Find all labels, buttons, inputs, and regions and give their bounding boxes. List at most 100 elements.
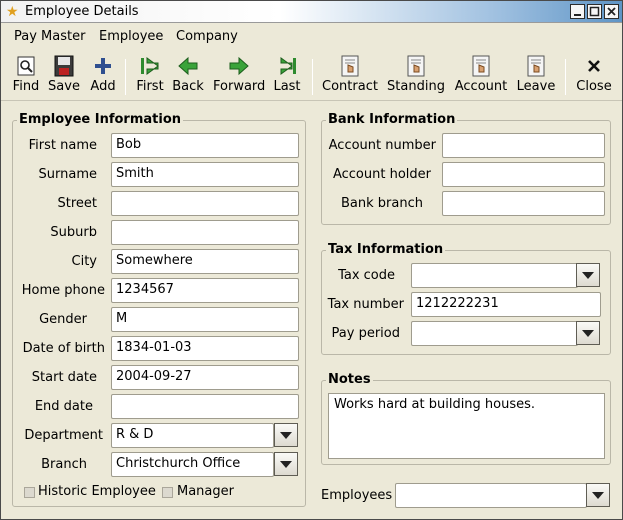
account-number-label: Account number (328, 138, 436, 153)
historic-employee-label: Historic Employee (38, 484, 156, 499)
minimize-button[interactable] (570, 4, 585, 19)
back-label: Back (172, 79, 204, 94)
home-phone-value: 1234567 (116, 282, 174, 297)
gender-value: M (116, 311, 128, 326)
first-name-value: Bob (116, 137, 142, 152)
forward-button[interactable]: Forward (213, 55, 265, 94)
back-button[interactable]: Back (171, 55, 205, 94)
city-field[interactable]: Somewhere (111, 249, 299, 274)
start-date-label: Start date (31, 370, 97, 385)
tax-number-field[interactable]: 1212222231 (411, 292, 601, 317)
employee-details-window: ★ Employee Details Pay Master Employee C… (0, 0, 623, 520)
pay-period-dropdown-button[interactable] (576, 321, 600, 345)
surname-field[interactable]: Smith (111, 162, 299, 187)
bank-branch-field[interactable] (442, 191, 605, 216)
branch-dropdown-button[interactable] (274, 452, 298, 476)
account-icon (472, 55, 490, 77)
gender-field[interactable]: M (111, 307, 299, 332)
tax-code-select[interactable] (411, 263, 578, 288)
leave-label: Leave (516, 79, 556, 94)
menu-company[interactable]: Company (176, 29, 238, 44)
contract-icon (341, 55, 359, 77)
street-field[interactable] (111, 191, 299, 216)
pay-period-select[interactable] (411, 321, 578, 346)
contract-button[interactable]: Contract (322, 55, 378, 94)
home-phone-field[interactable]: 1234567 (111, 278, 299, 303)
suburb-field[interactable] (111, 220, 299, 245)
account-holder-field[interactable] (442, 162, 605, 187)
first-button[interactable]: First (135, 55, 165, 94)
first-name-field[interactable]: Bob (111, 133, 299, 158)
forward-arrow-icon (229, 56, 249, 76)
minimize-icon (574, 14, 581, 16)
menu-bar: Pay Master Employee Company (1, 25, 622, 49)
date-of-birth-value: 1834-01-03 (116, 340, 192, 355)
close-window-icon (607, 7, 616, 16)
first-name-label: First name (28, 138, 97, 153)
notes-textarea[interactable]: Works hard at building houses. (328, 393, 605, 459)
toolbar-separator (565, 59, 566, 95)
menu-employee-label: Employee (99, 29, 164, 44)
standing-button[interactable]: Standing (386, 55, 446, 94)
menu-company-label: Company (176, 29, 238, 44)
employees-dropdown-button[interactable] (586, 483, 610, 507)
menu-employee[interactable]: Employee (99, 29, 163, 44)
last-button[interactable]: Last (272, 55, 302, 94)
account-number-field[interactable] (442, 133, 605, 158)
save-button[interactable]: Save (47, 55, 81, 94)
date-of-birth-field[interactable]: 1834-01-03 (111, 336, 299, 361)
title-bar[interactable]: ★ Employee Details (1, 1, 622, 23)
add-icon (95, 58, 111, 74)
bank-information-group: Bank Information Account number Account … (321, 112, 611, 225)
department-label: Department (24, 428, 103, 443)
close-window-button[interactable] (604, 4, 619, 19)
tax-information-title: Tax Information (326, 242, 446, 257)
gender-label: Gender (39, 312, 87, 327)
bank-information-title: Bank Information (326, 112, 458, 127)
department-select[interactable]: R & D (111, 423, 274, 448)
end-date-field[interactable] (111, 394, 299, 419)
city-label: City (71, 254, 97, 269)
close-button[interactable]: Close (575, 55, 613, 94)
home-phone-label: Home phone (21, 283, 105, 298)
notes-title: Notes (326, 372, 373, 387)
add-button[interactable]: Add (88, 55, 118, 94)
tax-information-group: Tax Information Tax code Tax number 1212… (321, 242, 611, 355)
notes-group: Notes Works hard at building houses. (321, 372, 611, 465)
forward-label: Forward (213, 79, 266, 94)
leave-icon (527, 55, 545, 77)
branch-value: Christchurch Office (116, 456, 241, 471)
department-dropdown-button[interactable] (274, 423, 298, 447)
tax-code-dropdown-button[interactable] (576, 263, 600, 287)
manager-checkbox[interactable] (162, 487, 173, 498)
street-label: Street (57, 196, 97, 211)
branch-select[interactable]: Christchurch Office (111, 452, 274, 477)
end-date-label: End date (34, 399, 93, 414)
close-label: Close (576, 79, 612, 94)
start-date-field[interactable]: 2004-09-27 (111, 365, 299, 390)
add-label: Add (90, 79, 116, 94)
surname-value: Smith (116, 166, 154, 181)
app-star-icon: ★ (6, 4, 19, 20)
account-holder-label: Account holder (332, 167, 431, 182)
menu-pay-master[interactable]: Pay Master (14, 29, 85, 44)
employee-information-group: Employee Information First name Bob Surn… (12, 112, 306, 507)
first-label: First (136, 79, 164, 94)
find-button[interactable]: Find (11, 55, 41, 94)
window-title: Employee Details (25, 4, 139, 19)
employees-select[interactable] (395, 483, 587, 508)
maximize-button[interactable] (587, 4, 602, 19)
back-arrow-icon (178, 56, 198, 76)
tax-code-label: Tax code (338, 268, 395, 283)
notes-text: Works hard at building houses. (334, 397, 536, 412)
standing-icon (407, 55, 425, 77)
manager-label: Manager (177, 484, 234, 499)
toolbar-separator (312, 59, 313, 95)
account-button[interactable]: Account (453, 55, 509, 94)
chevron-down-icon (592, 492, 604, 499)
leave-button[interactable]: Leave (515, 55, 557, 94)
suburb-label: Suburb (50, 225, 97, 240)
branch-label: Branch (41, 457, 87, 472)
historic-employee-checkbox[interactable] (24, 487, 35, 498)
employees-label: Employees (321, 488, 393, 503)
